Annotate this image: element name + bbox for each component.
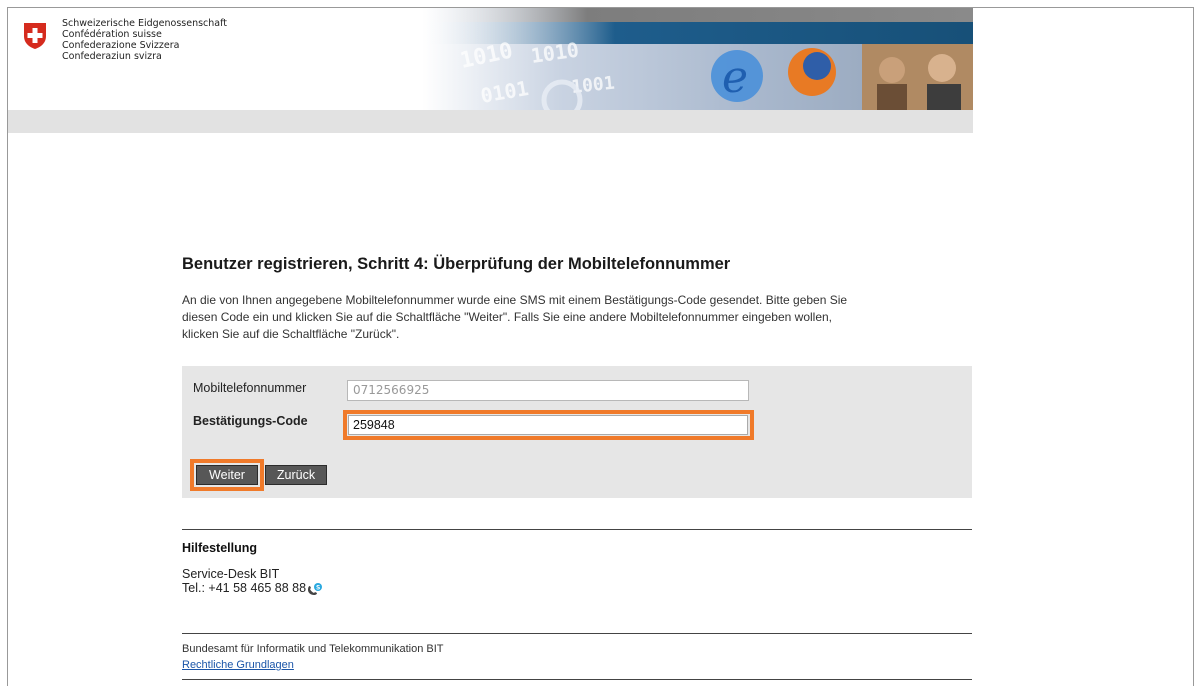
- phone-line: Tel.: +41 58 465 88 88 S: [182, 581, 323, 596]
- weiter-button[interactable]: Weiter: [196, 465, 258, 485]
- mobile-number-label: Mobiltelefonnummer: [193, 381, 307, 395]
- header-divider-bar: [8, 110, 973, 133]
- confederation-line-rm: Confederaziun svizra: [62, 51, 162, 62]
- help-title: Hilfestellung: [182, 541, 258, 555]
- svg-text:e: e: [722, 52, 748, 103]
- divider: [182, 529, 972, 530]
- page-title: Benutzer registrieren, Schritt 4: Überpr…: [182, 255, 731, 273]
- footer-divider: [182, 633, 972, 634]
- intro-line: An die von Ihnen angegebene Mobiltelefon…: [182, 293, 848, 307]
- legal-basis-link[interactable]: Rechtliche Grundlagen: [182, 659, 294, 671]
- header-banner-image: 1010 1010 0101 1001 e: [422, 8, 973, 110]
- footer-organization: Bundesamt für Informatik und Telekommuni…: [182, 643, 444, 655]
- skype-call-icon[interactable]: S: [306, 582, 323, 596]
- zurueck-button[interactable]: Zurück: [265, 465, 327, 485]
- swiss-coat-of-arms-icon: [24, 23, 46, 49]
- help-contact: Service-Desk BIT Tel.: +41 58 465 88 88 …: [182, 567, 323, 596]
- footer-bottom-divider: [182, 679, 972, 680]
- confirmation-code-input[interactable]: [348, 415, 748, 435]
- confederation-line-it: Confederazione Svizzera: [62, 40, 180, 51]
- confederation-line-de: Schweizerische Eidgenossenschaft: [62, 18, 228, 29]
- mobile-number-field: 0712566925: [347, 380, 749, 401]
- confirmation-code-label: Bestätigungs-Code: [193, 414, 308, 428]
- confederation-wordmark: Schweizerische Eidgenossenschaft Confédé…: [62, 18, 227, 62]
- service-desk-name: Service-Desk BIT: [182, 567, 280, 581]
- intro-line: klicken Sie auf die Schaltfläche "Zurück…: [182, 327, 400, 341]
- confederation-line-fr: Confédération suisse: [62, 29, 162, 40]
- intro-text: An die von Ihnen angegebene Mobiltelefon…: [182, 292, 962, 343]
- phone-number: Tel.: +41 58 465 88 88: [182, 581, 307, 595]
- svg-text:S: S: [316, 584, 320, 591]
- intro-line: diesen Code ein und klicken Sie auf die …: [182, 310, 833, 324]
